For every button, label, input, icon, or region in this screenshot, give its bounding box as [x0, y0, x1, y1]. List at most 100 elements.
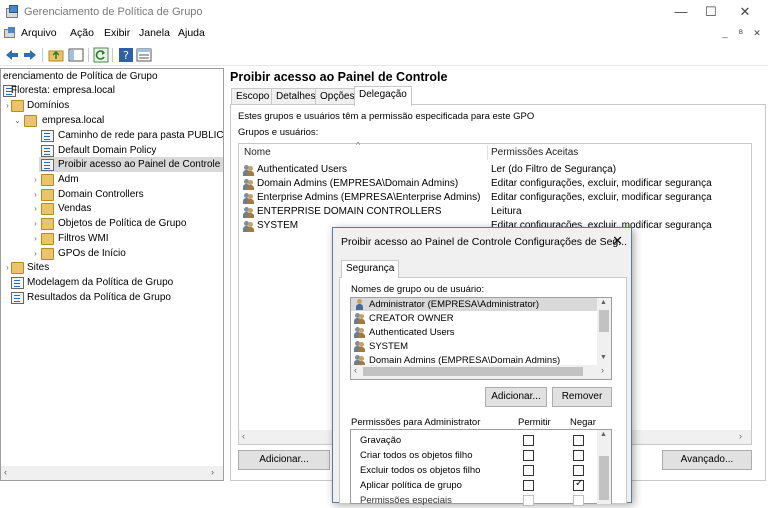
deny-checkbox[interactable]: [573, 478, 584, 491]
expand-right-icon[interactable]: ›: [31, 246, 40, 261]
back-icon[interactable]: [4, 47, 20, 63]
scroll-thumb[interactable]: [599, 456, 609, 500]
tree-item[interactable]: [56, 172, 223, 187]
permission-label: Excluir todos os objetos filho: [360, 465, 481, 476]
tree-horizontal-scrollbar[interactable]: ‹ ›: [1, 466, 223, 480]
expand-right-icon[interactable]: ›: [31, 172, 40, 187]
delegation-row-permission: Editar configurações, excluir, modificar…: [491, 178, 712, 189]
expand-right-icon[interactable]: ›: [31, 216, 40, 231]
name-list-item[interactable]: Administrator (EMPRESA\Administrator): [369, 298, 539, 312]
scroll-up-icon[interactable]: ▲: [598, 299, 609, 306]
delegation-row-name[interactable]: Authenticated Users: [257, 163, 347, 177]
scroll-left-icon[interactable]: ‹: [242, 431, 245, 441]
dialog-title: Proibir acesso ao Painel de Controle Con…: [341, 236, 628, 248]
mdi-restore-button[interactable]: ᴮ: [734, 27, 748, 40]
delegation-row-name[interactable]: SYSTEM: [257, 219, 298, 233]
delegation-description: Estes grupos e usuários têm a permissão …: [238, 111, 535, 122]
deny-checkbox[interactable]: [573, 450, 584, 461]
menu-ajuda[interactable]: Ajuda: [178, 27, 205, 39]
maximize-button[interactable]: ☐: [694, 0, 728, 24]
folder-up-icon[interactable]: [48, 47, 64, 63]
scroll-left-icon[interactable]: ‹: [354, 365, 357, 375]
names-horizontal-scrollbar[interactable]: ‹ ›: [351, 365, 611, 379]
menu-exibir[interactable]: Exibir: [104, 27, 130, 39]
deny-checkbox[interactable]: [573, 465, 584, 476]
deny-checkbox[interactable]: [573, 495, 584, 506]
scroll-thumb[interactable]: [599, 310, 609, 332]
user-group-icon: [243, 193, 255, 204]
mdi-minimize-button[interactable]: _: [718, 27, 732, 40]
allow-checkbox[interactable]: [523, 480, 534, 491]
scroll-right-icon[interactable]: ›: [211, 467, 214, 477]
scroll-down-icon[interactable]: ▼: [598, 354, 609, 361]
forward-icon[interactable]: [22, 47, 38, 63]
expand-right-icon[interactable]: ›: [31, 231, 40, 246]
delegation-row-name[interactable]: Enterprise Admins (EMPRESA\Enterprise Ad…: [257, 191, 480, 205]
menu-arquivo[interactable]: Arquivo: [21, 27, 57, 39]
name-list-item[interactable]: SYSTEM: [369, 340, 408, 354]
delegation-row-permission: Leitura: [491, 206, 522, 217]
user-group-icon: [243, 207, 255, 218]
tree-item-label: GPOs de Início: [58, 248, 126, 259]
dialog-remove-button[interactable]: Remover: [552, 387, 612, 407]
ou-folder-icon: [41, 174, 54, 186]
tree-item-label: Sites: [27, 262, 50, 273]
scroll-right-icon[interactable]: ›: [601, 365, 604, 375]
permissions-vertical-scrollbar[interactable]: ▲: [597, 430, 611, 504]
permissions-label: Permissões para Administrator: [351, 417, 481, 428]
add-button[interactable]: Adicionar...: [238, 450, 330, 470]
properties-icon[interactable]: [136, 47, 152, 63]
allow-checkbox[interactable]: [523, 435, 534, 446]
menu-janela[interactable]: Janela: [139, 27, 170, 39]
gpo-title: Proibir acesso ao Painel de Controle: [230, 70, 448, 84]
dialog-add-button[interactable]: Adicionar...: [485, 387, 547, 407]
deny-checkbox[interactable]: [573, 435, 584, 446]
permission-label: Aplicar política de grupo: [360, 480, 462, 491]
user-group-icon: [243, 165, 255, 176]
permission-label: Permissões especiais: [360, 495, 452, 506]
dialog-close-button[interactable]: ✕: [612, 233, 623, 249]
names-vertical-scrollbar[interactable]: ▲ ▼: [597, 298, 611, 365]
column-header-name[interactable]: Nome: [244, 144, 271, 161]
user-group-icon: [354, 313, 366, 324]
mdi-child-icon[interactable]: [4, 27, 16, 39]
tree-item-label: Objetos de Política de Grupo: [58, 218, 187, 229]
tab-delegacao[interactable]: Delegação: [354, 86, 412, 106]
delegation-row-name[interactable]: ENTERPRISE DOMAIN CONTROLLERS: [257, 205, 441, 219]
refresh-icon[interactable]: [93, 47, 109, 63]
expand-down-icon[interactable]: ⌄: [13, 113, 22, 128]
mdi-close-button[interactable]: ✕: [750, 27, 764, 40]
expand-right-icon[interactable]: ›: [31, 201, 40, 216]
permission-label: Gravação: [360, 435, 402, 446]
allow-checkbox[interactable]: [523, 465, 534, 476]
name-list-item[interactable]: CREATOR OWNER: [369, 312, 454, 326]
scroll-left-icon[interactable]: ‹: [4, 467, 7, 477]
tree-item-label: empresa.local: [42, 115, 105, 126]
tab-seguranca[interactable]: Segurança: [341, 260, 400, 278]
menu-acao[interactable]: Ação: [70, 27, 94, 39]
results-icon: [11, 292, 24, 304]
tree-item-label: Floresta: empresa.local: [11, 85, 115, 96]
allow-checkbox[interactable]: [523, 450, 534, 461]
expand-right-icon[interactable]: ›: [31, 187, 40, 202]
scroll-up-icon[interactable]: ▲: [598, 431, 609, 438]
scroll-thumb[interactable]: [363, 367, 583, 376]
tree-item-label: Resultados da Política de Grupo: [27, 292, 171, 303]
tree-item[interactable]: [25, 260, 223, 275]
close-button[interactable]: ✕: [728, 0, 762, 24]
allow-checkbox[interactable]: [523, 495, 534, 506]
column-divider[interactable]: [487, 145, 488, 160]
console-tree-icon[interactable]: [68, 47, 84, 63]
column-header-permissions[interactable]: Permissões Aceitas: [491, 144, 578, 161]
tab-opcoes[interactable]: Opções: [315, 88, 360, 105]
scroll-right-icon[interactable]: ›: [739, 431, 742, 441]
name-list-item[interactable]: Authenticated Users: [369, 326, 455, 340]
delegation-row-name[interactable]: Domain Admins (EMPRESA\Domain Admins): [257, 177, 458, 191]
tab-detalhes[interactable]: Detalhes: [271, 88, 321, 105]
tree-item-label: Vendas: [58, 203, 92, 214]
minimize-button[interactable]: —: [664, 0, 698, 24]
advanced-button[interactable]: Avançado...: [662, 450, 752, 470]
modeling-icon: [11, 277, 24, 289]
help-icon[interactable]: ?: [118, 47, 134, 63]
tab-escopo[interactable]: Escopo: [231, 88, 275, 105]
